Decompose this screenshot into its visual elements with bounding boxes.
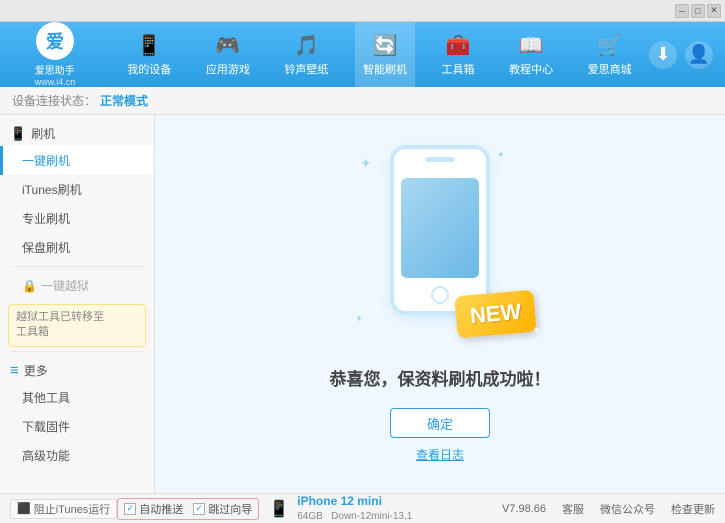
sidebar-divider-1 [10,266,144,267]
sidebar-item-advanced[interactable]: 高级功能 [0,441,154,470]
toolbox-icon: 🧰 [446,33,471,58]
auto-push-box[interactable]: ✓ [124,503,136,515]
badge-star-1: ✦ [452,291,461,303]
confirm-button[interactable]: 确定 [390,408,490,438]
nav-my-device[interactable]: 📱 我的设备 [119,22,179,87]
customer-service-link[interactable]: 客服 [562,501,584,517]
nav-smart-flash[interactable]: 🔄 智能刷机 [355,22,415,87]
ringtone-icon: 🎵 [294,33,319,58]
sidebar-warning-box: 越狱工具已转移至工具箱 [8,304,146,347]
badge-star-2: ✦ [532,325,539,335]
smart-flash-icon: 🔄 [373,33,398,58]
header: 爱 爱思助手 www.i4.cn 📱 我的设备 🎮 应用游戏 🎵 铃声壁纸 🔄 … [0,22,725,87]
version-label: V7.98.66 [502,503,546,515]
bottom-device: 📱 iPhone 12 mini 64GB Down-12mini-13,1 [269,494,502,523]
nav-toolbox[interactable]: 🧰 工具箱 [434,22,483,87]
logo-area: 爱 爱思助手 www.i4.cn [0,22,110,87]
my-device-icon: 📱 [137,33,162,58]
device-info: iPhone 12 mini 64GB Down-12mini-13,1 [297,494,412,523]
tutorial-icon: 📖 [519,33,544,58]
sidebar-item-other-tools[interactable]: 其他工具 [0,383,154,412]
stop-itunes-btn[interactable]: ⬛ 阻止iTunes运行 [10,499,117,519]
phone-illustration: ✦ ✦ ✦ ✦ NEW ✦ [350,145,530,345]
new-badge: ✦ NEW ✦ [454,290,537,339]
sidebar-item-save-data-flash[interactable]: 保盘刷机 [0,233,154,262]
main-content: 📱 刷机 一键刷机 iTunes刷机 专业刷机 保盘刷机 🔒 一键越狱 越狱工具… [0,115,725,493]
nav-mall[interactable]: 🛒 爱思商城 [580,22,640,87]
stop-icon: ⬛ [17,502,31,515]
phone-speaker [425,157,455,162]
sidebar-item-one-click-flash[interactable]: 一键刷机 [0,146,154,175]
sparkle-2: ✦ [497,150,505,161]
more-section-icon: ≡ [10,362,19,379]
sidebar-item-download-firmware[interactable]: 下载固件 [0,412,154,441]
sparkle-3: ✦ [355,314,363,325]
lock-icon: 🔒 [22,279,37,293]
content-area: ✦ ✦ ✦ ✦ NEW ✦ 恭喜您，保资料刷机成功啦！ 确定 查看日志 [155,115,725,493]
wechat-link[interactable]: 微信公众号 [600,501,655,517]
mall-icon: 🛒 [597,33,622,58]
nav-bar: 📱 我的设备 🎮 应用游戏 🎵 铃声壁纸 🔄 智能刷机 🧰 工具箱 📖 教程中心… [110,22,649,87]
close-btn[interactable]: ✕ [707,4,721,18]
status-bar: 设备连接状态： 正常模式 [0,87,725,115]
auto-push-checkbox[interactable]: ✓ 自动推送 [124,501,183,517]
check-update-link[interactable]: 检查更新 [671,501,715,517]
bottom-checkboxes: ✓ 自动推送 ✓ 跳过向导 [117,498,259,520]
flash-section-icon: 📱 [10,126,26,142]
nav-tutorial[interactable]: 📖 教程中心 [501,22,561,87]
sidebar-item-jailbreak: 🔒 一键越狱 [0,271,154,300]
logo-icon: 爱 [36,22,74,60]
sidebar-divider-2 [10,351,144,352]
sidebar-section-more: ≡ 更多 [0,356,154,383]
bottom-right: V7.98.66 客服 微信公众号 检查更新 [502,501,715,517]
skip-wizard-checkbox[interactable]: ✓ 跳过向导 [193,501,252,517]
nav-right: ⬇ 👤 [649,41,725,69]
phone-home-btn [431,286,449,304]
logo-subtitle: 爱思助手 www.i4.cn [35,62,76,87]
phone-body [390,145,490,315]
sidebar: 📱 刷机 一键刷机 iTunes刷机 专业刷机 保盘刷机 🔒 一键越狱 越狱工具… [0,115,155,493]
nav-app-game[interactable]: 🎮 应用游戏 [198,22,258,87]
device-icon: 📱 [269,499,289,519]
user-button[interactable]: 👤 [685,41,713,69]
phone-screen [401,178,479,278]
app-game-icon: 🎮 [215,33,240,58]
sidebar-item-pro-flash[interactable]: 专业刷机 [0,204,154,233]
skip-wizard-box[interactable]: ✓ [193,503,205,515]
view-log-link[interactable]: 查看日志 [416,446,464,463]
maximize-btn[interactable]: □ [691,4,705,18]
title-bar: ─ □ ✕ [0,0,725,22]
nav-ringtone[interactable]: 🎵 铃声壁纸 [276,22,336,87]
sparkle-1: ✦ [360,155,372,172]
minimize-btn[interactable]: ─ [675,4,689,18]
download-button[interactable]: ⬇ [649,41,677,69]
bottom-bar: ⬛ 阻止iTunes运行 ✓ 自动推送 ✓ 跳过向导 📱 iPhone 12 m… [0,493,725,523]
sidebar-section-flash: 📱 刷机 [0,119,154,146]
sidebar-item-itunes-flash[interactable]: iTunes刷机 [0,175,154,204]
success-text: 恭喜您，保资料刷机成功啦！ [330,365,551,390]
